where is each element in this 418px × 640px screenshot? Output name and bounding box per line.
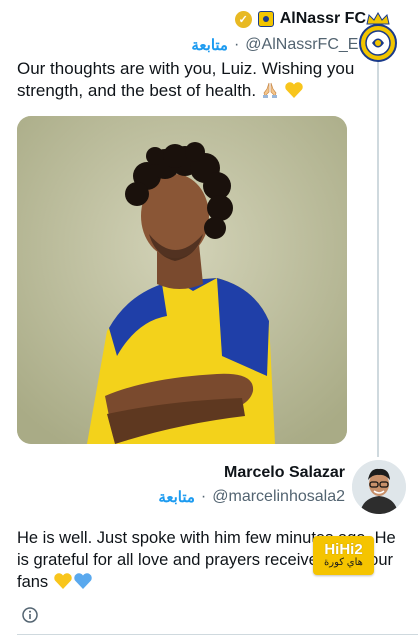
user-avatar[interactable] (352, 460, 406, 514)
blue-heart-icon (73, 572, 93, 596)
tweet1-display-name[interactable]: AlNassr FC (280, 10, 366, 28)
watermark-logo-text: HiHi2 (324, 541, 363, 558)
yellow-heart-icon (53, 572, 73, 596)
tweet1-header: ✓ AlNassr FC (234, 10, 366, 28)
folded-hands-icon (261, 81, 279, 105)
separator-dot: · (200, 488, 207, 505)
club-mini-logo-icon (257, 11, 274, 27)
tweet1-photo[interactable] (17, 116, 347, 444)
tweet1-follow-button[interactable]: متابعة (191, 36, 228, 54)
yellow-heart-icon (284, 81, 304, 105)
site-watermark: HiHi2 هاي كورة (313, 536, 374, 575)
thread-connector-line (377, 62, 379, 457)
tweet1-handle[interactable]: @AlNassrFC_EN (245, 36, 370, 54)
divider (17, 634, 418, 635)
tweet2-display-name[interactable]: Marcelo Salazar (224, 464, 345, 482)
separator-dot: · (233, 36, 240, 53)
tweet1-text: Our thoughts are with you, Luiz. Wishing… (17, 58, 357, 105)
tweet2-handle[interactable]: @marcelinhosala2 (212, 488, 345, 506)
tweet2-handle-row: متابعة · @marcelinhosala2 (158, 488, 345, 506)
verified-badge-icon: ✓ (234, 10, 252, 28)
tweet1-handle-row: متابعة · @AlNassrFC_EN (191, 36, 370, 54)
tweet1-body: Our thoughts are with you, Luiz. Wishing… (17, 59, 355, 100)
club-avatar[interactable] (358, 11, 398, 62)
tweet2-follow-button[interactable]: متابعة (158, 488, 195, 506)
info-icon[interactable] (22, 607, 38, 623)
watermark-subtitle: هاي كورة (324, 557, 363, 568)
